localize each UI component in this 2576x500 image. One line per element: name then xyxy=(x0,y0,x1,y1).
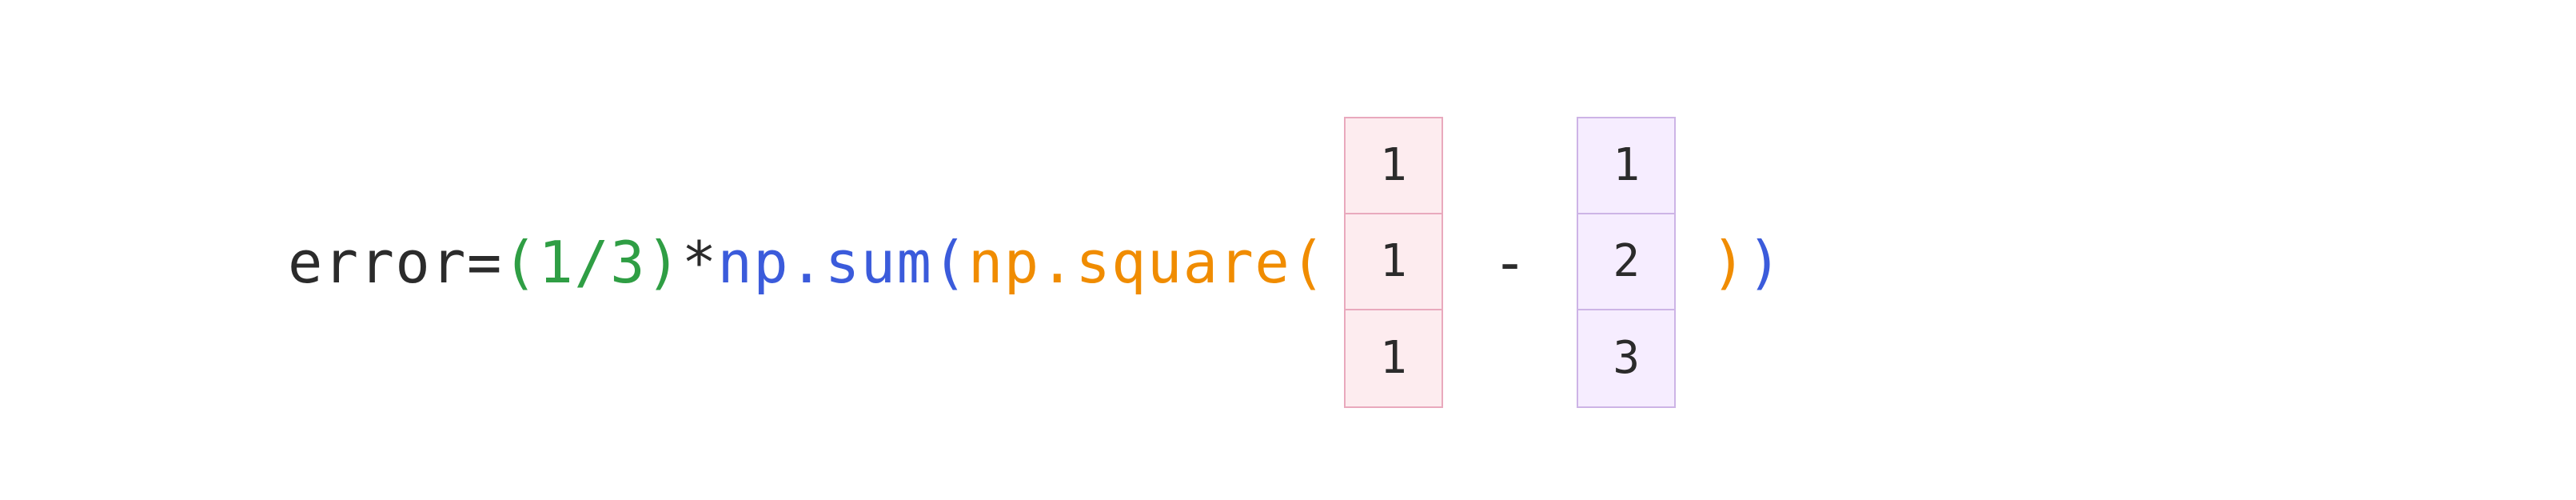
labels-cell-0: 1 xyxy=(1578,118,1674,214)
error-formula: error = (1/3) * np.sum( np.square( predi… xyxy=(0,93,1783,408)
predictions-cells: 1 1 1 xyxy=(1344,117,1443,408)
predictions-cell-1: 1 xyxy=(1346,214,1442,310)
fraction-coefficient: (1/3) xyxy=(503,234,682,291)
predictions-cell-2: 1 xyxy=(1346,310,1442,406)
close-paren-square: ) xyxy=(1711,234,1747,291)
lhs-variable: error xyxy=(288,234,467,291)
labels-cell-1: 2 xyxy=(1578,214,1674,310)
np-square-call: np.square( xyxy=(968,234,1326,291)
labels-cells: 1 2 3 xyxy=(1577,117,1676,408)
labels-vector: labels 1 2 3 xyxy=(1577,117,1676,408)
labels-cell-2: 3 xyxy=(1578,310,1674,406)
multiply-sign: * xyxy=(682,234,718,291)
predictions-vector: predictions 1 1 1 xyxy=(1344,117,1443,408)
equals-sign: = xyxy=(467,234,503,291)
predictions-cell-0: 1 xyxy=(1346,118,1442,214)
np-sum-call: np.sum( xyxy=(718,234,969,291)
minus-operator: - xyxy=(1493,234,1527,291)
close-paren-sum: ) xyxy=(1747,234,1783,291)
diagram-canvas: error = (1/3) * np.sum( np.square( predi… xyxy=(0,0,2576,500)
